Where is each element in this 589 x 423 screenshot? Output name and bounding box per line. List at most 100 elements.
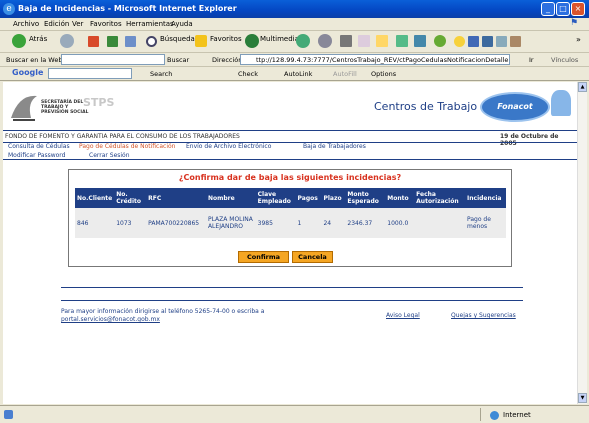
ie-icon: e — [3, 3, 15, 15]
fonacot-mascot-image — [551, 90, 571, 116]
options-button[interactable]: Options — [371, 70, 396, 78]
refresh-icon[interactable] — [107, 36, 118, 47]
web-search-input[interactable] — [61, 54, 165, 65]
address-label: Dirección — [212, 56, 243, 64]
search-button[interactable]: Búsqueda — [160, 35, 195, 43]
search-icon[interactable] — [146, 36, 157, 47]
smiley-icon[interactable] — [454, 36, 465, 47]
page-title: Centros de Trabajo — [374, 100, 478, 113]
multimedia-icon[interactable] — [245, 34, 259, 48]
toolbar-extra-icon-4[interactable] — [510, 36, 521, 47]
confirma-button[interactable]: Confirma — [238, 251, 289, 263]
mail-icon[interactable] — [318, 34, 332, 48]
multimedia-button[interactable]: Multimedia — [260, 35, 299, 43]
cell-clave-empleado: 3985 — [255, 208, 296, 238]
incidencias-table: No.Cliente No. Crédito RFC Nombre Clave … — [75, 188, 506, 238]
col-clave-empleado: Clave Empleado — [255, 188, 296, 208]
page-status-icon — [4, 410, 13, 419]
favorites-button[interactable]: Favoritos — [210, 35, 242, 43]
nav-consulta-cedulas[interactable]: Consulta de Cédulas — [8, 143, 70, 150]
google-search-input[interactable] — [48, 68, 132, 79]
menu-archivo[interactable]: Archivo — [13, 20, 39, 28]
windows-flag-icon: ⚑ — [570, 18, 579, 28]
toolbar-extra-icon-3[interactable] — [496, 36, 507, 47]
cell-incidencia: Pago de menos — [465, 208, 506, 238]
google-toolbar: Google Search Check AutoLink AutoFill Op… — [0, 67, 589, 81]
favorites-star-icon[interactable] — [195, 35, 207, 47]
col-pagos: Pagos — [295, 188, 322, 208]
menu-ayuda[interactable]: Ayuda — [171, 20, 193, 28]
scroll-up-icon[interactable]: ▲ — [578, 82, 587, 92]
search-web-label: Buscar en la Web — [6, 56, 63, 64]
cancela-button[interactable]: Cancela — [292, 251, 333, 263]
menu-edicion[interactable]: Edición — [44, 20, 69, 28]
home-icon[interactable] — [125, 36, 136, 47]
table-row: 846 1073 PAMA700220865 PLAZA MOLINA ALEJ… — [75, 208, 506, 238]
nav-modificar-password[interactable]: Modificar Password — [8, 152, 65, 159]
autolink-button[interactable]: AutoLink — [284, 70, 312, 78]
quejas-sugerencias-link[interactable]: Quejas y Sugerencias — [451, 312, 516, 319]
edit-icon[interactable] — [358, 35, 370, 47]
table-header-row: No.Cliente No. Crédito RFC Nombre Clave … — [75, 188, 506, 208]
col-fecha-autorizacion: Fecha Autorización — [414, 188, 466, 208]
window-title: Baja de Incidencias - Microsoft Internet… — [18, 4, 237, 13]
web-search-button[interactable]: Buscar — [167, 56, 189, 64]
toolbar-chevron-icon[interactable]: » — [576, 35, 581, 44]
nav-baja-trabajadores[interactable]: Baja de Trabajadores — [303, 143, 366, 150]
cell-rfc: PAMA700220865 — [146, 208, 206, 238]
back-icon[interactable] — [12, 34, 26, 48]
aviso-legal-link[interactable]: Aviso Legal — [386, 312, 420, 319]
footer-divider-bottom — [61, 300, 523, 301]
google-search-button[interactable]: Search — [150, 70, 172, 78]
stps-eagle-logo — [9, 90, 39, 126]
zone-label: Internet — [503, 411, 531, 419]
stps-logo-text: SECRETARÍA DEL TRABAJO Y PREVISIÓN SOCIA… — [41, 100, 88, 115]
research-icon[interactable] — [396, 35, 408, 47]
print-icon[interactable] — [340, 35, 352, 47]
col-plazo: Plazo — [321, 188, 346, 208]
address-input[interactable]: ttp://128.99.4.73:7777/CentrosTrabajo_RE… — [240, 54, 510, 65]
fonacot-logo: Fonacot — [480, 92, 550, 122]
menu-ver[interactable]: Ver — [72, 20, 83, 28]
scroll-down-icon[interactable]: ▼ — [578, 393, 587, 403]
confirm-title: ¿Confirma dar de baja las siguientes inc… — [178, 173, 402, 182]
header-divider — [3, 130, 577, 131]
check-button[interactable]: Check — [238, 70, 258, 78]
vertical-scrollbar[interactable]: ▲ ▼ — [577, 82, 587, 404]
cell-no-cliente: 846 — [75, 208, 115, 238]
cell-plazo: 24 — [321, 208, 346, 238]
stop-icon[interactable] — [88, 36, 99, 47]
nav-cerrar-sesion[interactable]: Cerrar Sesión — [89, 152, 130, 159]
discuss-icon[interactable] — [376, 35, 388, 47]
org-name: FONDO DE FOMENTO Y GARANTIA PARA EL CONS… — [5, 133, 240, 140]
forward-icon[interactable] — [60, 34, 74, 48]
status-bar: Internet — [0, 405, 589, 423]
window-titlebar: Baja de Incidencias - Microsoft Internet… — [0, 0, 589, 18]
tool-icon[interactable] — [434, 35, 446, 47]
url-text: ttp://128.99.4.73:7777/CentrosTrabajo_RE… — [256, 56, 510, 64]
autofill-button[interactable]: AutoFill — [333, 70, 357, 78]
col-monto-esperado: Monto Esperado — [345, 188, 386, 208]
cell-pagos: 1 — [295, 208, 322, 238]
go-button[interactable]: Ir — [529, 56, 534, 64]
nav-envio-archivo[interactable]: Envío de Archivo Electrónico — [186, 143, 271, 150]
messenger-icon[interactable] — [414, 35, 426, 47]
cell-nombre: PLAZA MOLINA ALEJANDRO — [205, 208, 256, 238]
minimize-button[interactable]: _ — [541, 2, 555, 16]
nav-pago-cedulas[interactable]: Pago de Cédulas de Notificación — [79, 143, 175, 150]
history-icon[interactable] — [296, 34, 310, 48]
address-bar: Buscar en la Web Buscar Dirección ttp://… — [0, 53, 589, 67]
stps-label: STPS — [83, 96, 115, 109]
close-button[interactable]: × — [571, 2, 585, 16]
back-button[interactable]: Atrás — [29, 35, 47, 43]
footer-email-link[interactable]: portal.servicios@fonacot.gob.mx — [61, 316, 160, 323]
links-label: Vínculos — [551, 56, 579, 64]
menu-herramientas[interactable]: Herramientas — [126, 20, 174, 28]
menu-favoritos[interactable]: Favoritos — [90, 20, 122, 28]
page-content: SECRETARÍA DEL TRABAJO Y PREVISIÓN SOCIA… — [3, 82, 577, 404]
logo-line-3: PREVISIÓN SOCIAL — [41, 110, 89, 115]
maximize-button[interactable]: □ — [556, 2, 570, 16]
toolbar-extra-icon-2[interactable] — [482, 36, 493, 47]
col-no-credito: No. Crédito — [114, 188, 147, 208]
toolbar-extra-icon-1[interactable] — [468, 36, 479, 47]
